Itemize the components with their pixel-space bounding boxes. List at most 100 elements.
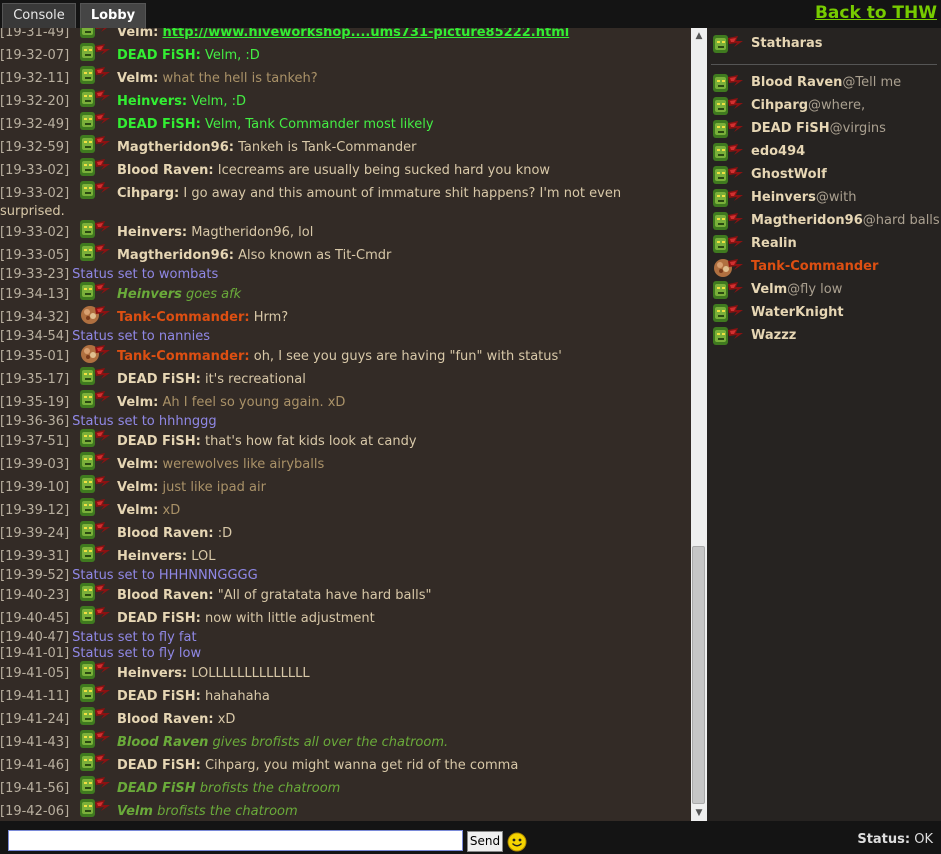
message-nick[interactable]: DEAD FiSH: bbox=[117, 689, 201, 704]
message-timestamp: [19-35-01] bbox=[0, 349, 70, 364]
message-timestamp: [19-40-45] bbox=[0, 611, 70, 626]
chat-message-row: [19-35-01] Tank-Commander: oh, I see you … bbox=[0, 345, 688, 365]
message-timestamp: [19-41-05] bbox=[0, 666, 70, 681]
chat-scrollbar[interactable]: ▲ ▼ bbox=[691, 28, 707, 821]
orc-avatar-icon bbox=[79, 450, 112, 472]
message-nick[interactable]: Blood Raven: bbox=[117, 526, 214, 541]
user-name-text: Blood Raven bbox=[751, 75, 843, 90]
message-nick[interactable]: Blood Raven: bbox=[117, 588, 214, 603]
scrollbar-thumb[interactable] bbox=[692, 546, 705, 804]
tab-lobby[interactable]: Lobby bbox=[80, 3, 146, 28]
message-nick[interactable]: Tank-Commander: bbox=[117, 349, 250, 364]
chat-message-row: [19-34-13] Heinvers goes afk bbox=[0, 282, 688, 303]
message-nick[interactable]: DEAD FiSH: bbox=[117, 372, 201, 387]
user-name: Realin bbox=[751, 233, 797, 255]
message-nick[interactable]: Heinvers: bbox=[117, 549, 187, 564]
message-timestamp: [19-32-07] bbox=[0, 48, 70, 63]
message-nick[interactable]: Velm: bbox=[117, 503, 158, 518]
chat-message-row: [19-39-03] Velm: werewolves like airyball… bbox=[0, 452, 688, 473]
chat-message-row: [19-42-06] Velm brofists the chatroom bbox=[0, 799, 688, 820]
message-body: DEAD FiSH: Velm, :D bbox=[117, 47, 260, 64]
status-value: OK bbox=[914, 832, 933, 847]
send-button[interactable]: Send bbox=[467, 831, 503, 852]
tab-console[interactable]: Console bbox=[2, 3, 76, 28]
message-body: DEAD FiSH brofists the chatroom bbox=[117, 780, 340, 797]
user-name-text: edo494 bbox=[751, 144, 806, 159]
message-nick[interactable]: Magtheridon96: bbox=[117, 248, 234, 263]
message-nick[interactable]: Blood Raven: bbox=[117, 163, 214, 178]
message-timestamp: [19-33-05] bbox=[0, 248, 70, 263]
chat-message-row: [19-32-07] DEAD FiSH: Velm, :D bbox=[0, 43, 688, 64]
message-nick[interactable]: Heinvers bbox=[117, 287, 182, 302]
chat-message-row: [19-41-56] DEAD FiSH brofists the chatroo… bbox=[0, 776, 688, 797]
message-nick[interactable]: Velm: bbox=[117, 71, 158, 86]
orc-avatar-icon bbox=[79, 519, 112, 541]
orc-avatar-icon bbox=[79, 774, 112, 796]
message-text-continued: surprised. bbox=[0, 204, 65, 219]
user-name-text: Cihparg bbox=[751, 98, 809, 113]
message-nick[interactable]: DEAD FiSH: bbox=[117, 48, 201, 63]
message-timestamp: [19-33-02] bbox=[0, 186, 70, 201]
user-name: Heinvers@with bbox=[751, 187, 856, 209]
message-text: xD bbox=[162, 503, 181, 518]
scroll-up-arrow-icon[interactable]: ▲ bbox=[691, 28, 707, 44]
message-timestamp: [19-37-51] bbox=[0, 434, 70, 449]
message-nick[interactable]: DEAD FiSH: bbox=[117, 434, 201, 449]
back-to-thw-link[interactable]: Back to THW bbox=[815, 3, 937, 23]
message-timestamp: [19-33-02] bbox=[0, 225, 70, 240]
message-timestamp: [19-39-24] bbox=[0, 526, 70, 541]
message-timestamp: [19-33-02] bbox=[0, 163, 70, 178]
message-body: DEAD FiSH: that's how fat kids look at c… bbox=[117, 433, 417, 450]
message-nick[interactable]: Tank-Commander: bbox=[117, 310, 250, 325]
message-text: now with little adjustment bbox=[204, 611, 375, 626]
message-nick[interactable]: Blood Raven: bbox=[117, 712, 214, 727]
message-nick[interactable]: Velm bbox=[117, 804, 153, 819]
message-text: just like ipad air bbox=[162, 480, 266, 495]
message-nick[interactable]: Heinvers: bbox=[117, 94, 187, 109]
message-text: Cihparg, you might wanna get rid of the … bbox=[204, 758, 519, 773]
message-input[interactable] bbox=[8, 830, 463, 851]
message-nick[interactable]: Velm: bbox=[117, 480, 158, 495]
user-name-text: Realin bbox=[751, 236, 797, 251]
orc-avatar-icon bbox=[712, 118, 744, 140]
message-nick[interactable]: Blood Raven bbox=[117, 735, 208, 750]
user-name: Velm@fly low bbox=[751, 279, 842, 301]
message-body: Heinvers: Magtheridon96, lol bbox=[117, 224, 313, 241]
message-text: Velm, Tank Commander most likely bbox=[204, 117, 434, 132]
message-nick[interactable]: Heinvers: bbox=[117, 225, 187, 240]
message-nick[interactable]: Velm: bbox=[117, 395, 158, 410]
orc-avatar-icon bbox=[79, 218, 112, 240]
user-status: @virgins bbox=[829, 121, 886, 136]
bottom-bar: Send Status: OK bbox=[0, 821, 941, 854]
chat-message-row: [19-40-45] DEAD FiSH: now with little adj… bbox=[0, 606, 688, 627]
message-nick[interactable]: Velm: bbox=[117, 28, 158, 40]
orc-avatar-icon bbox=[79, 133, 112, 155]
orc-avatar-icon bbox=[712, 72, 744, 94]
user-name-text: Velm bbox=[751, 282, 788, 297]
message-link[interactable]: http://www.hiveworkshop....ums731-pictur… bbox=[163, 28, 570, 40]
message-nick[interactable]: Magtheridon96: bbox=[117, 140, 234, 155]
user-status: @hard balls bbox=[862, 213, 940, 228]
message-body: Blood Raven: "All of gratatata have hard… bbox=[117, 587, 431, 604]
message-timestamp: [19-40-47] bbox=[0, 630, 70, 645]
message-body: DEAD FiSH: now with little adjustment bbox=[117, 610, 375, 627]
smiley-icon[interactable] bbox=[507, 832, 527, 852]
message-text: Magtheridon96, lol bbox=[191, 225, 314, 240]
message-timestamp: [19-34-54] bbox=[0, 329, 70, 344]
message-nick[interactable]: DEAD FiSH: bbox=[117, 611, 201, 626]
chat-message-row: [19-35-19] Velm: Ah I feel so young again… bbox=[0, 390, 688, 411]
message-nick[interactable]: DEAD FiSH: bbox=[117, 758, 201, 773]
orc-avatar-icon bbox=[79, 728, 112, 750]
message-nick[interactable]: Heinvers: bbox=[117, 666, 187, 681]
message-nick[interactable]: DEAD FiSH bbox=[117, 781, 196, 796]
message-timestamp: [19-32-59] bbox=[0, 140, 70, 155]
orc-avatar-icon bbox=[712, 210, 744, 232]
message-nick[interactable]: Velm: bbox=[117, 457, 158, 472]
orc-avatar-icon bbox=[712, 141, 744, 163]
message-nick[interactable]: DEAD FiSH: bbox=[117, 117, 201, 132]
orc-avatar-icon bbox=[79, 41, 112, 63]
message-nick[interactable]: Cihparg: bbox=[117, 186, 179, 201]
orc-avatar-icon bbox=[79, 473, 112, 495]
orc-avatar-icon bbox=[79, 604, 112, 626]
scroll-down-arrow-icon[interactable]: ▼ bbox=[691, 805, 707, 821]
